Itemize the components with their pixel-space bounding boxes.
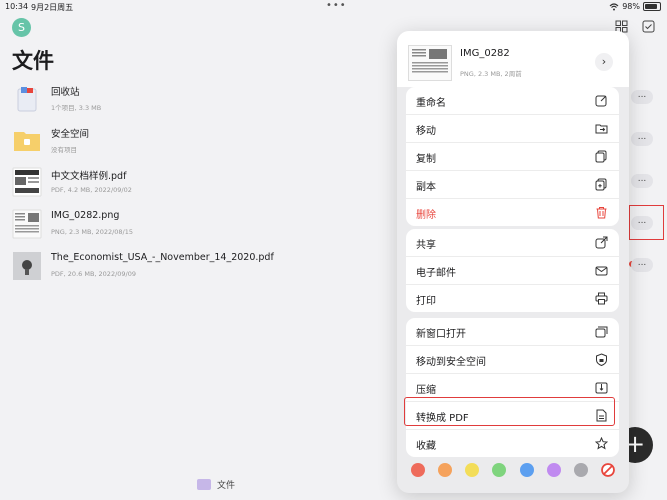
menu-item-label: 新窗口打开 [416,329,466,340]
menu-group-share: 共享 电子邮件 打印 [406,229,619,312]
status-bar: 10:34 9月2日周五 ••• 98% [0,0,667,14]
menu-item-label: 共享 [416,240,436,251]
status-date: 9月2日周五 [31,3,74,12]
menu-header[interactable]: IMG_0282 PNG, 2.3 MB, 2周前 › [397,31,629,87]
menu-item-duplicate[interactable]: 副本 [406,171,619,199]
more-button[interactable]: ... [631,90,653,104]
more-button[interactable]: ... [631,132,653,146]
no-tag-icon[interactable] [601,463,615,477]
file-name: 安全空间 [51,129,90,140]
menu-item-print[interactable]: 打印 [406,285,619,312]
avatar[interactable]: S [12,18,31,37]
file-name: IMG_0282.png [51,210,120,221]
more-button[interactable]: ... [631,174,653,188]
menu-item-label: 收藏 [416,441,436,452]
color-tag-gray[interactable] [573,463,588,477]
file-name: 回收站 [51,87,80,98]
menu-group-edit: 重命名 移动 复制 副本 删除 [406,87,619,226]
folder-icon [197,479,211,490]
duplicate-plus-icon [595,178,607,191]
menu-item-copy[interactable]: 复制 [406,143,619,171]
color-tag-row [411,463,615,479]
envelope-icon [595,266,608,276]
file-preview-icon [408,45,452,81]
trash-icon [596,207,607,219]
file-name: The_Economist_USA_-_November_14_2020.pdf [51,252,274,263]
image-thumbnail-icon [12,209,42,239]
menu-item-label: 副本 [416,182,436,193]
menu-item-email[interactable]: 电子邮件 [406,257,619,285]
printer-icon [595,292,608,305]
status-right: 98% [609,2,661,11]
trash-bin-icon [17,87,37,112]
color-tag-green[interactable] [492,463,507,477]
wifi-icon [609,2,619,10]
battery-percent: 98% [622,2,640,11]
folder-move-icon [595,124,608,134]
pdf-thumbnail-icon [12,167,42,197]
color-tag-yellow[interactable] [465,463,480,477]
pencil-square-icon [595,95,607,107]
shield-lock-icon [596,353,607,366]
menu-group-more: 新窗口打开 移动到安全空间 压缩 转换成 PDF 收藏 [406,318,619,457]
file-meta: PNG, 2.3 MB, 2022/08/15 [51,228,134,236]
star-icon [595,437,608,450]
file-meta: 没有项目 [51,146,77,154]
page-title: 文件 [12,49,54,73]
menu-item-delete[interactable]: 删除 [406,199,619,226]
color-tag-red[interactable] [411,463,425,477]
file-meta: 1个项目, 3.3 MB [51,104,102,112]
color-tag-orange[interactable] [438,463,453,477]
status-time: 10:34 [5,2,29,11]
menu-file-meta: PNG, 2.3 MB, 2周前 [460,70,522,78]
magazine-thumbnail-icon [13,252,41,280]
file-meta: PDF, 4.2 MB, 2022/09/02 [51,186,132,194]
menu-item-move-to-secure[interactable]: 移动到安全空间 [406,346,619,374]
new-window-icon [595,326,608,338]
tab-files[interactable]: 文件 [197,478,235,491]
locked-folder-icon [14,132,40,151]
multitask-dots-icon[interactable]: ••• [326,0,347,11]
convert-pdf-highlight [404,397,615,426]
battery-icon [643,2,661,11]
share-icon [595,236,608,249]
menu-item-move[interactable]: 移动 [406,115,619,143]
color-tag-purple[interactable] [546,463,561,477]
menu-item-label: 压缩 [416,385,436,396]
menu-file-name: IMG_0282 [460,48,510,59]
select-checkbox-icon[interactable] [642,20,655,33]
menu-item-label: 复制 [416,154,436,165]
copy-icon [595,150,607,163]
menu-item-label: 电子邮件 [416,268,456,279]
color-tag-blue[interactable] [519,463,534,477]
menu-item-label: 删除 [416,210,436,221]
menu-item-new-window[interactable]: 新窗口打开 [406,318,619,346]
archive-icon [595,382,608,394]
menu-item-rename[interactable]: 重命名 [406,87,619,115]
menu-item-label: 重命名 [416,98,446,109]
menu-item-label: 打印 [416,296,436,307]
menu-item-label: 移动到安全空间 [416,357,486,368]
chevron-right-icon[interactable]: › [595,53,613,71]
menu-item-label: 移动 [416,126,436,137]
menu-item-favorite[interactable]: 收藏 [406,430,619,457]
file-name: 中文文档样例.pdf [51,171,127,182]
file-meta: PDF, 20.6 MB, 2022/09/09 [51,270,136,278]
menu-item-share[interactable]: 共享 [406,229,619,257]
tab-label: 文件 [217,481,236,491]
more-button-highlight [629,205,664,240]
more-button[interactable]: ... [631,258,653,272]
